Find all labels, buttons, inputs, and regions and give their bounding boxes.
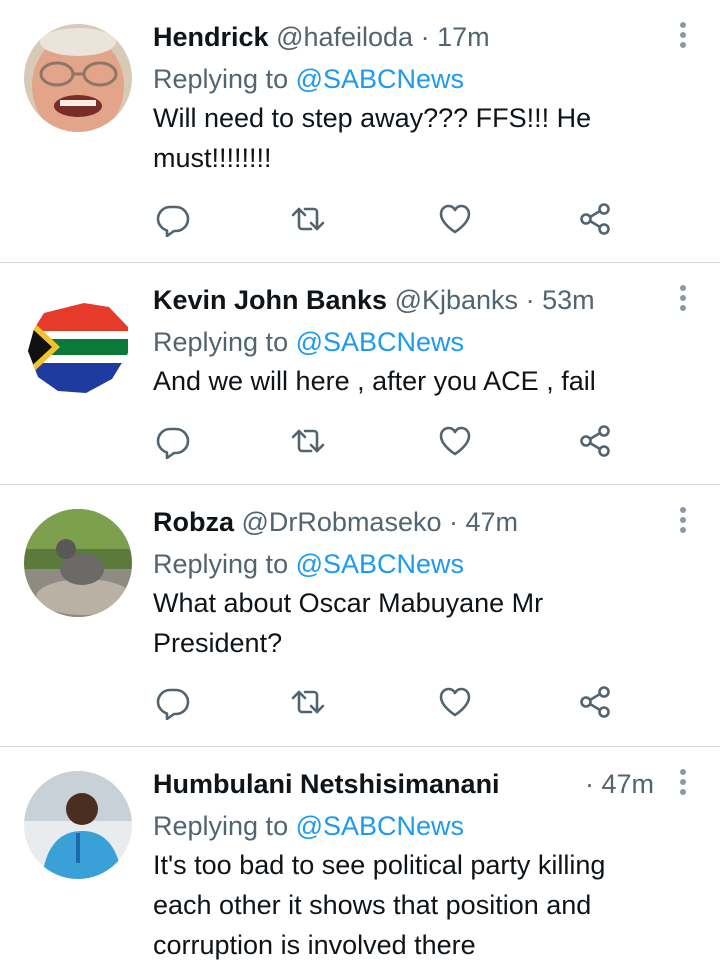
tweet-header: Robza @DrRobmaseko · 47m bbox=[153, 505, 650, 539]
tweet[interactable]: Hendrick @hafeiloda · 17m Replying to @S… bbox=[0, 0, 720, 263]
tweet-text: Will need to step away??? FFS!!! He must… bbox=[153, 103, 592, 173]
tweet-header: Humbulani Netshisimanani · 47m bbox=[153, 767, 654, 801]
separator: · bbox=[420, 22, 430, 52]
replying-to: Replying to @SABCNews bbox=[153, 325, 650, 359]
separator: · bbox=[584, 769, 594, 799]
share-icon[interactable] bbox=[577, 201, 615, 237]
tweet[interactable]: Humbulani Netshisimanani · 47m Replying … bbox=[0, 747, 720, 970]
heart-icon[interactable] bbox=[437, 423, 475, 459]
replying-to: Replying to @SABCNews bbox=[153, 547, 650, 581]
share-icon[interactable] bbox=[577, 684, 615, 720]
replying-to: Replying to @SABCNews bbox=[153, 809, 654, 843]
replying-to: Replying to @SABCNews bbox=[153, 62, 650, 96]
display-name[interactable]: Humbulani Netshisimanani bbox=[153, 769, 500, 799]
replying-to-label: Replying to bbox=[153, 64, 289, 94]
retweet-icon[interactable] bbox=[290, 684, 328, 720]
replying-to-label: Replying to bbox=[153, 327, 289, 357]
mention-link[interactable]: @SABCNews bbox=[296, 549, 464, 579]
display-name[interactable]: Kevin John Banks bbox=[153, 285, 387, 315]
tweet-text: What about Oscar Mabuyane Mr President? bbox=[153, 588, 544, 658]
retweet-icon[interactable] bbox=[290, 201, 328, 237]
avatar[interactable] bbox=[24, 24, 132, 132]
separator: · bbox=[449, 507, 458, 537]
user-handle[interactable]: @hafeiloda bbox=[276, 22, 413, 52]
tweet-header: Hendrick @hafeiloda · 17m bbox=[153, 20, 650, 54]
mention-link[interactable]: @SABCNews bbox=[296, 811, 464, 841]
heart-icon[interactable] bbox=[437, 201, 475, 237]
avatar[interactable] bbox=[24, 509, 132, 617]
tweet-header: Kevin John Banks @Kjbanks · 53m bbox=[153, 283, 650, 317]
separator: · bbox=[525, 285, 535, 315]
avatar[interactable] bbox=[24, 771, 132, 879]
mention-link[interactable]: @SABCNews bbox=[296, 327, 464, 357]
reply-icon[interactable] bbox=[155, 684, 193, 721]
tweet-actions bbox=[155, 423, 625, 460]
replying-to-label: Replying to bbox=[153, 811, 289, 841]
timestamp[interactable]: 17m bbox=[437, 22, 490, 52]
mention-link[interactable]: @SABCNews bbox=[296, 64, 464, 94]
user-handle[interactable]: @DrRobmaseko bbox=[242, 507, 442, 537]
more-vertical-icon[interactable] bbox=[676, 285, 690, 315]
timestamp[interactable]: · 47m bbox=[585, 767, 654, 801]
display-name[interactable]: Hendrick bbox=[153, 22, 269, 52]
tweet-actions bbox=[155, 201, 625, 238]
timestamp-value: 47m bbox=[601, 769, 654, 799]
replying-to-label: Replying to bbox=[153, 549, 289, 579]
tweet[interactable]: Kevin John Banks @Kjbanks · 53m Replying… bbox=[0, 263, 720, 485]
display-name[interactable]: Robza bbox=[153, 507, 234, 537]
more-vertical-icon[interactable] bbox=[676, 507, 690, 537]
more-vertical-icon[interactable] bbox=[676, 769, 690, 799]
avatar[interactable] bbox=[24, 293, 132, 401]
timestamp[interactable]: 53m bbox=[542, 285, 595, 315]
heart-icon[interactable] bbox=[437, 684, 475, 720]
user-handle[interactable]: @Kjbanks bbox=[395, 285, 518, 315]
tweet-text: And we will here , after you ACE , fail bbox=[153, 366, 596, 396]
share-icon[interactable] bbox=[577, 423, 615, 459]
tweet-actions bbox=[155, 684, 625, 721]
timestamp[interactable]: 47m bbox=[466, 507, 519, 537]
reply-icon[interactable] bbox=[155, 423, 193, 460]
tweet[interactable]: Robza @DrRobmaseko · 47m Replying to @SA… bbox=[0, 485, 720, 747]
retweet-icon[interactable] bbox=[290, 423, 328, 459]
tweet-text: It's too bad to see political party kill… bbox=[153, 850, 606, 960]
reply-icon[interactable] bbox=[155, 201, 193, 238]
more-vertical-icon[interactable] bbox=[676, 22, 690, 52]
